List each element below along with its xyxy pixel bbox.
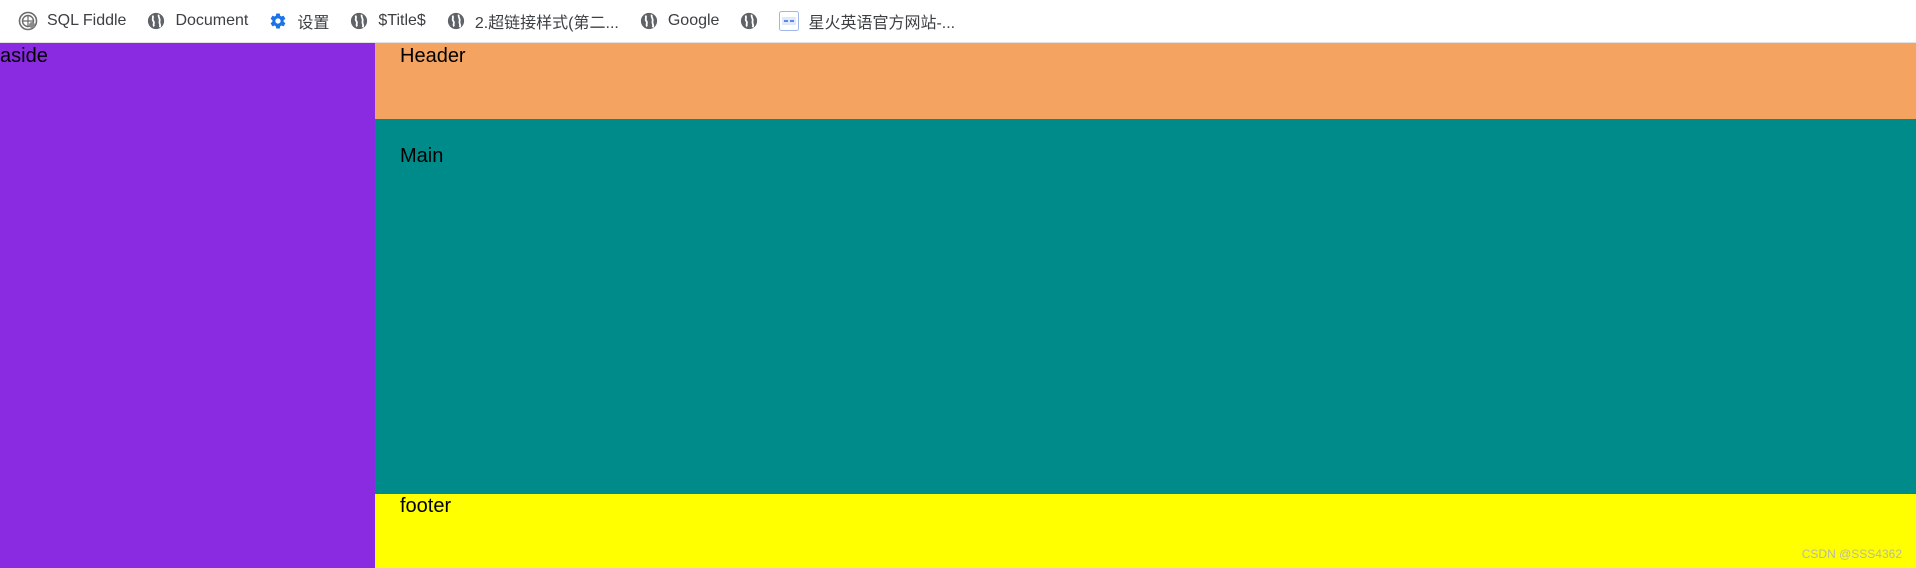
globe-icon — [739, 11, 759, 31]
globe-icon — [446, 11, 466, 31]
bookmarks-bar: SQL Fiddle Document 设置 $Title$ 2.超链接样式(第… — [0, 0, 1916, 43]
bookmark-label: 星火英语官方网站-... — [808, 15, 956, 32]
bookmark-google[interactable]: Google — [637, 6, 728, 36]
header-panel: Header — [375, 43, 1916, 119]
bookmark-label: Google — [667, 12, 720, 29]
globe-icon — [639, 11, 659, 31]
bookmark-unnamed[interactable] — [737, 6, 765, 36]
aside-label: aside — [0, 45, 48, 67]
bookmark-document[interactable]: Document — [144, 6, 256, 36]
bookmark-label: 设置 — [297, 15, 330, 32]
globe-icon — [146, 11, 166, 31]
sql-fiddle-icon — [18, 11, 38, 31]
main-panel: Main — [375, 119, 1916, 494]
bookmark-label: SQL Fiddle — [47, 12, 127, 29]
bookmark-title[interactable]: $Title$ — [347, 6, 433, 36]
header-label: Header — [400, 45, 466, 67]
watermark: CSDN @SSS4362 — [1801, 547, 1902, 561]
globe-icon — [349, 11, 369, 31]
spark-english-icon — [779, 11, 800, 31]
bookmark-spark-english[interactable]: 星火英语官方网站-... — [777, 6, 963, 36]
bookmark-hyperlink-style[interactable]: 2.超链接样式(第二... — [444, 6, 627, 36]
bookmark-label: $Title$ — [378, 12, 426, 29]
bookmark-label: 2.超链接样式(第二... — [474, 15, 619, 32]
bookmark-sql-fiddle[interactable]: SQL Fiddle — [16, 6, 134, 36]
gear-icon — [268, 11, 288, 31]
footer-label: footer — [400, 495, 452, 517]
bookmark-label: Document — [175, 12, 249, 29]
bookmark-settings[interactable]: 设置 — [266, 6, 337, 36]
main-label: Main — [400, 145, 444, 167]
footer-panel: footer — [375, 494, 1916, 568]
aside-panel: aside — [0, 43, 375, 568]
